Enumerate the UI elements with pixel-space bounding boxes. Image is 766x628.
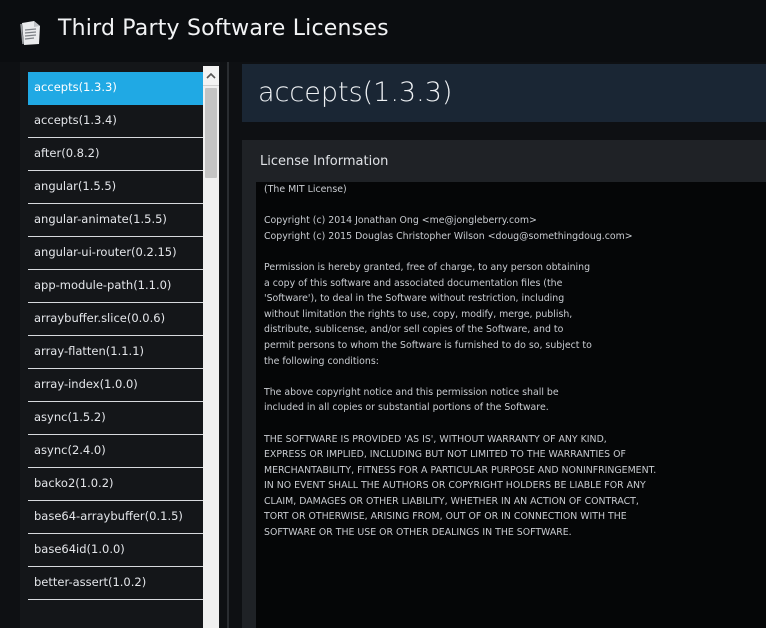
license-line: CLAIM, DAMAGES OR OTHER LIABILITY, WHETH… — [264, 495, 639, 507]
license-line: EXPRESS OR IMPLIED, INCLUDING BUT NOT LI… — [264, 449, 626, 461]
license-line: SOFTWARE OR THE USE OR OTHER DEALINGS IN… — [264, 527, 572, 539]
package-list-item[interactable]: async(1.5.2) — [28, 402, 208, 435]
package-list-panel: accepts(1.3.3) accepts(1.3.4) after(0.8.2)… — [20, 62, 220, 628]
license-line: 'Software'), to deal in the Software wit… — [264, 293, 565, 305]
package-list-item[interactable]: accepts(1.3.3) — [28, 72, 208, 105]
license-line: The above copyright notice and this perm… — [264, 386, 559, 398]
license-line: without limitation the rights to use, co… — [264, 308, 573, 320]
license-line: TORT OR OTHERWISE, ARISING FROM, OUT OF … — [264, 511, 627, 523]
license-line: included in all copies or substantial po… — [264, 402, 549, 414]
license-info-panel: License Information (The MIT License) Cop… — [242, 140, 766, 628]
document-icon — [20, 20, 42, 46]
package-list-item[interactable]: async(2.4.0) — [28, 435, 208, 468]
license-line: Permission is hereby granted, free of ch… — [264, 261, 591, 273]
package-title: accepts(1.3.3) — [258, 77, 453, 108]
scroll-up-button[interactable] — [203, 66, 219, 86]
license-line: Copyright (c) 2015 Douglas Christopher W… — [264, 230, 633, 242]
package-list-scrollbar[interactable] — [203, 66, 219, 628]
package-list-item[interactable]: better-assert(1.0.2) — [28, 567, 208, 600]
license-line: (The MIT License) — [264, 184, 347, 195]
package-header: accepts(1.3.3) — [242, 64, 766, 122]
package-list: accepts(1.3.3) accepts(1.3.4) after(0.8.2)… — [28, 72, 208, 600]
license-line: a copy of this software and associated d… — [264, 277, 563, 289]
package-list-item[interactable]: angular(1.5.5) — [28, 171, 208, 204]
license-line: THE SOFTWARE IS PROVIDED 'AS IS', WITHOU… — [264, 433, 607, 445]
package-list-item[interactable]: base64id(1.0.0) — [28, 534, 208, 567]
scroll-thumb[interactable] — [205, 88, 217, 178]
license-line: the following conditions: — [264, 355, 379, 367]
license-text: (The MIT License) Copyright (c) 2014 Jona… — [264, 182, 759, 541]
license-text-box[interactable]: (The MIT License) Copyright (c) 2014 Jona… — [256, 182, 766, 628]
license-line: Copyright (c) 2014 Jonathan Ong <me@jong… — [264, 215, 537, 227]
pane-divider — [227, 62, 229, 628]
license-line: distribute, sublicense, and/or sell copi… — [264, 324, 564, 336]
license-line: permit persons to whom the Software is f… — [264, 339, 592, 351]
package-list-item[interactable]: app-module-path(1.1.0) — [28, 270, 208, 303]
license-line: MERCHANTABILITY, FITNESS FOR A PARTICULA… — [264, 464, 657, 476]
package-list-item[interactable]: base64-arraybuffer(0.1.5) — [28, 501, 208, 534]
license-info-label: License Information — [260, 154, 389, 169]
window-title: Third Party Software Licenses — [58, 16, 389, 41]
package-list-item[interactable]: accepts(1.3.4) — [28, 105, 208, 138]
package-list-item[interactable]: array-index(1.0.0) — [28, 369, 208, 402]
chevron-up-icon — [206, 72, 216, 79]
title-bar: Third Party Software Licenses — [0, 0, 766, 62]
package-list-item[interactable]: backo2(1.0.2) — [28, 468, 208, 501]
package-list-item[interactable]: arraybuffer.slice(0.0.6) — [28, 303, 208, 336]
package-list-item[interactable]: array-flatten(1.1.1) — [28, 336, 208, 369]
license-line: IN NO EVENT SHALL THE AUTHORS OR COPYRIG… — [264, 480, 646, 492]
package-list-item[interactable]: angular-animate(1.5.5) — [28, 204, 208, 237]
package-list-item[interactable]: angular-ui-router(0.2.15) — [28, 237, 208, 270]
package-list-item[interactable]: after(0.8.2) — [28, 138, 208, 171]
